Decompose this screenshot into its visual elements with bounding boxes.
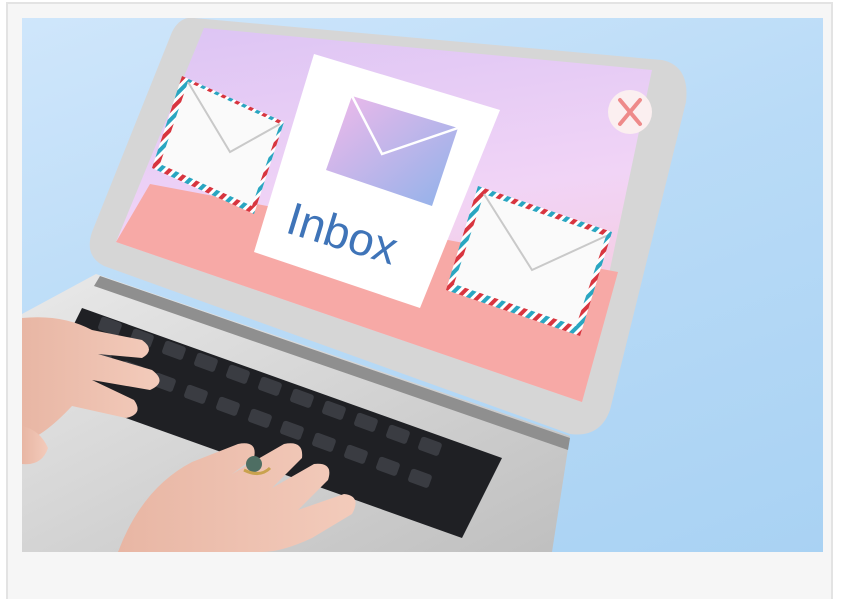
close-icon (608, 90, 652, 134)
image-card: Inbox (6, 2, 833, 599)
photo-laptop-inbox: Inbox (22, 18, 823, 552)
caption-area (22, 552, 823, 601)
photo-illustration: Inbox (22, 18, 687, 552)
ring-stone (246, 456, 262, 472)
